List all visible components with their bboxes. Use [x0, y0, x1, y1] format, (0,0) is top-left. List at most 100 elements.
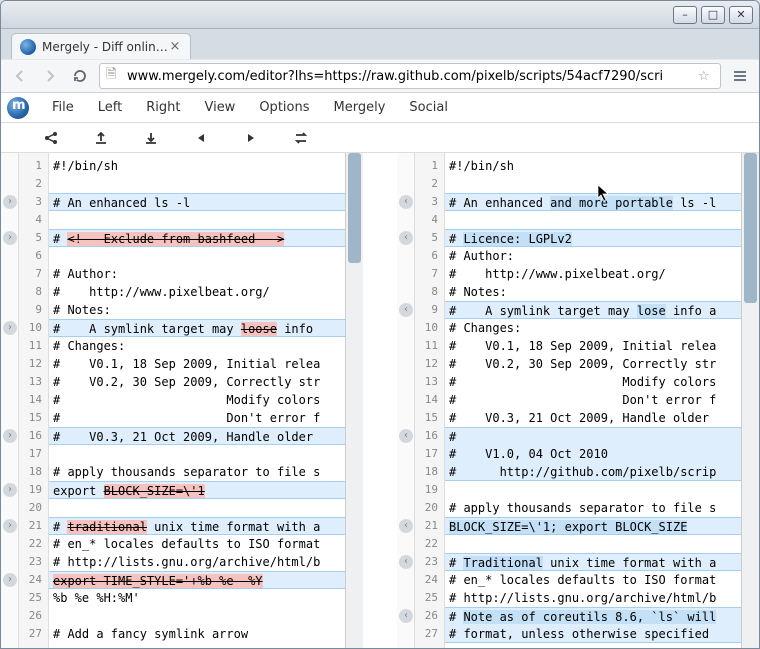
share-icon[interactable] [41, 128, 61, 148]
right-code[interactable]: #!/bin/sh # An enhanced and more portable… [445, 153, 741, 648]
scrollbar-thumb[interactable] [348, 153, 361, 263]
nav-back-button[interactable] [9, 65, 31, 87]
menu-social[interactable]: Social [398, 96, 459, 119]
diff-merge-marker[interactable]: ‹ [399, 519, 413, 533]
code-line[interactable]: # V0.2, 30 Sep 2009, Correctly str [445, 355, 741, 373]
diff-merge-marker[interactable]: › [3, 573, 17, 587]
code-line[interactable]: # V0.3, 21 Oct 2009, Handle older [49, 427, 345, 445]
code-line[interactable]: # V0.1, 18 Sep 2009, Initial relea [49, 355, 345, 373]
code-line[interactable]: # Author: [445, 247, 741, 265]
menu-file[interactable]: File [41, 96, 85, 119]
code-line[interactable]: export BLOCK_SIZE=\'1 [49, 481, 345, 499]
code-line[interactable]: BLOCK_SIZE=\'1; export BLOCK_SIZE [445, 517, 741, 535]
nav-reload-button[interactable] [69, 65, 91, 87]
diff-merge-marker[interactable]: ‹ [399, 609, 413, 623]
code-line[interactable]: # en_* locales defaults to ISO format [49, 535, 345, 553]
code-line[interactable]: # http://lists.gnu.org/archive/html/b [445, 589, 741, 607]
code-line[interactable]: # A symlink target may lose info a [445, 301, 741, 319]
code-line[interactable]: # A symlink target may loose info [49, 319, 345, 337]
code-line[interactable]: # Note as of coreutils 8.6, `ls` will [445, 607, 741, 625]
code-line[interactable] [49, 607, 345, 625]
diff-merge-marker[interactable]: ‹ [399, 195, 413, 209]
code-line[interactable]: # Don't error f [445, 391, 741, 409]
tab-close-icon[interactable]: × [168, 40, 182, 54]
code-line[interactable]: # Changes: [49, 337, 345, 355]
code-line[interactable]: # http://github.com/pixelb/scrip [445, 463, 741, 481]
diff-merge-marker[interactable]: › [3, 231, 17, 245]
code-line[interactable] [49, 175, 345, 193]
code-line[interactable]: %b %e %H:%M' [49, 589, 345, 607]
diff-merge-marker[interactable]: › [3, 321, 17, 335]
code-line[interactable]: # traditional unix time format with a [49, 517, 345, 535]
code-line[interactable] [445, 481, 741, 499]
code-line[interactable]: # <!-- Exclude from bashfeed --> [49, 229, 345, 247]
code-line[interactable] [49, 445, 345, 463]
menu-view[interactable]: View [193, 96, 246, 119]
code-line[interactable]: # apply thousands separator to file s [445, 499, 741, 517]
prev-diff-icon[interactable] [191, 128, 211, 148]
url-input[interactable] [127, 65, 694, 87]
menu-mergely[interactable]: Mergely [323, 96, 397, 119]
diff-merge-marker[interactable]: › [3, 519, 17, 533]
code-line[interactable]: # Add a fancy symlink arrow [49, 625, 345, 643]
bookmark-star-icon[interactable]: ☆ [698, 69, 714, 84]
code-line[interactable]: # V0.3, 21 Oct 2009, Handle older [445, 409, 741, 427]
code-line[interactable] [445, 175, 741, 193]
swap-icon[interactable] [291, 128, 311, 148]
nav-forward-button[interactable] [39, 65, 61, 87]
code-line[interactable]: # Author: [49, 265, 345, 283]
diff-merge-marker[interactable]: › [3, 429, 17, 443]
diff-merge-marker[interactable]: ‹ [399, 429, 413, 443]
code-line[interactable] [49, 499, 345, 517]
right-scrollbar[interactable] [741, 153, 759, 648]
code-line[interactable]: #!/bin/sh [49, 157, 345, 175]
url-bar[interactable]: 🗎 ☆ [99, 63, 721, 89]
window-minimize-button[interactable]: – [673, 6, 697, 24]
code-line[interactable]: # Changes: [445, 319, 741, 337]
download-icon[interactable] [141, 128, 161, 148]
code-line[interactable]: # An enhanced and more portable ls -l [445, 193, 741, 211]
menu-left[interactable]: Left [87, 96, 133, 119]
code-line[interactable]: # Notes: [49, 301, 345, 319]
code-line[interactable]: #!/bin/sh [445, 157, 741, 175]
code-line[interactable]: # Don't error f [49, 409, 345, 427]
code-line[interactable] [49, 211, 345, 229]
diff-merge-marker[interactable]: › [3, 483, 17, 497]
diff-merge-marker[interactable]: ‹ [399, 303, 413, 317]
code-line[interactable]: # http://www.pixelbeat.org/ [49, 283, 345, 301]
code-line[interactable]: # Licence: LGPLv2 [445, 229, 741, 247]
code-line[interactable] [445, 211, 741, 229]
diff-merge-marker[interactable]: ‹ [399, 231, 413, 245]
next-diff-icon[interactable] [241, 128, 261, 148]
menu-right[interactable]: Right [135, 96, 191, 119]
left-scrollbar[interactable] [345, 153, 363, 648]
code-line[interactable]: # [445, 427, 741, 445]
code-line[interactable]: export TIME_STYLE='+%b %e %Y [49, 571, 345, 589]
browser-tab[interactable]: Mergely - Diff online, merg × [11, 33, 191, 59]
window-maximize-button[interactable]: □ [701, 6, 725, 24]
code-line[interactable]: # Notes: [445, 283, 741, 301]
upload-icon[interactable] [91, 128, 111, 148]
code-line[interactable] [49, 247, 345, 265]
code-line[interactable]: # V0.2, 30 Sep 2009, Correctly str [49, 373, 345, 391]
code-line[interactable]: # http://lists.gnu.org/archive/html/b [49, 553, 345, 571]
code-line[interactable]: # en_* locales defaults to ISO format [445, 571, 741, 589]
window-close-button[interactable]: ✕ [729, 6, 753, 24]
browser-menu-button[interactable] [729, 65, 751, 87]
code-line[interactable]: # An enhanced ls -l [49, 193, 345, 211]
code-line[interactable]: # V1.0, 04 Oct 2010 [445, 445, 741, 463]
mergely-logo[interactable] [7, 97, 29, 119]
code-line[interactable]: # Modify colors [445, 373, 741, 391]
code-line[interactable]: # format, unless otherwise specified [445, 625, 741, 643]
left-code[interactable]: #!/bin/sh # An enhanced ls -l # <!-- Exclu… [49, 153, 345, 648]
code-line[interactable]: # apply thousands separator to file s [49, 463, 345, 481]
scrollbar-thumb[interactable] [744, 153, 757, 303]
code-line[interactable]: # Modify colors [49, 391, 345, 409]
code-line[interactable]: # Traditional unix time format with a [445, 553, 741, 571]
code-line[interactable] [445, 535, 741, 553]
code-line[interactable]: # V0.1, 18 Sep 2009, Initial relea [445, 337, 741, 355]
code-line[interactable]: # http://www.pixelbeat.org/ [445, 265, 741, 283]
diff-merge-marker[interactable]: › [3, 195, 17, 209]
menu-options[interactable]: Options [248, 96, 320, 119]
diff-merge-marker[interactable]: ‹ [399, 555, 413, 569]
